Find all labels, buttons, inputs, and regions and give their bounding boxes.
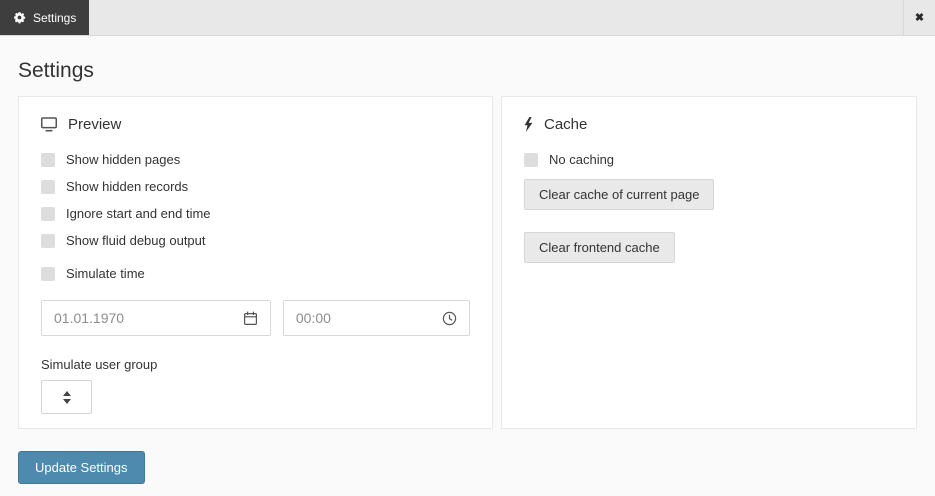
chevron-up-icon <box>63 391 71 396</box>
clear-cache-current-page-button[interactable]: Clear cache of current page <box>524 179 714 210</box>
admin-panel-tab-bar: Settings ✖ <box>0 0 935 36</box>
checkbox-label: No caching <box>549 152 614 167</box>
simulate-user-group-label: Simulate user group <box>41 357 470 372</box>
checkbox-label: Show hidden records <box>66 179 188 194</box>
checkbox[interactable] <box>41 207 55 221</box>
checkbox[interactable] <box>41 180 55 194</box>
simulate-time-input[interactable]: 00:00 <box>283 300 470 336</box>
checkbox[interactable] <box>41 153 55 167</box>
simulate-date-input[interactable]: 01.01.1970 <box>41 300 271 336</box>
checkbox-row-no-caching[interactable]: No caching <box>524 152 614 167</box>
cache-panel-header: Cache <box>524 116 894 133</box>
tab-bar-spacer <box>89 0 903 35</box>
checkbox-row-show-hidden-records[interactable]: Show hidden records <box>41 179 188 194</box>
cache-panel: Cache No caching Clear cache of current … <box>501 96 917 429</box>
checkbox-label: Simulate time <box>66 266 145 281</box>
monitor-icon <box>41 117 57 132</box>
checkbox[interactable] <box>524 153 538 167</box>
clear-frontend-cache-button[interactable]: Clear frontend cache <box>524 232 675 263</box>
checkbox-row-show-fluid-debug-output[interactable]: Show fluid debug output <box>41 233 206 248</box>
cache-panel-title: Cache <box>544 116 587 133</box>
gear-icon <box>13 11 26 24</box>
clock-icon[interactable] <box>442 311 457 326</box>
lightning-icon <box>524 117 533 132</box>
panels-row: Preview Show hidden pages Show hidden re… <box>18 96 917 429</box>
preview-panel-title: Preview <box>68 116 121 133</box>
checkbox-label: Show hidden pages <box>66 152 180 167</box>
calendar-icon[interactable] <box>243 311 258 326</box>
update-settings-button[interactable]: Update Settings <box>18 451 145 484</box>
checkbox[interactable] <box>41 267 55 281</box>
page-title: Settings <box>18 59 917 83</box>
simulate-user-group-select[interactable] <box>41 380 92 414</box>
checkbox-label: Ignore start and end time <box>66 206 211 221</box>
checkbox[interactable] <box>41 234 55 248</box>
tab-settings[interactable]: Settings <box>0 0 89 35</box>
preview-panel-header: Preview <box>41 116 470 133</box>
date-value: 01.01.1970 <box>54 310 124 326</box>
simulate-time-inputs: 01.01.1970 00:00 <box>41 300 470 336</box>
close-icon[interactable]: ✖ <box>904 0 935 35</box>
preview-panel: Preview Show hidden pages Show hidden re… <box>18 96 493 429</box>
tab-settings-label: Settings <box>33 11 76 25</box>
checkbox-row-ignore-start-end-time[interactable]: Ignore start and end time <box>41 206 211 221</box>
chevron-down-icon <box>63 399 71 404</box>
time-value: 00:00 <box>296 310 331 326</box>
checkbox-row-simulate-time[interactable]: Simulate time <box>41 266 145 281</box>
settings-page: Settings Preview Show hidden pages Show … <box>0 59 935 484</box>
checkbox-row-show-hidden-pages[interactable]: Show hidden pages <box>41 152 180 167</box>
checkbox-label: Show fluid debug output <box>66 233 206 248</box>
